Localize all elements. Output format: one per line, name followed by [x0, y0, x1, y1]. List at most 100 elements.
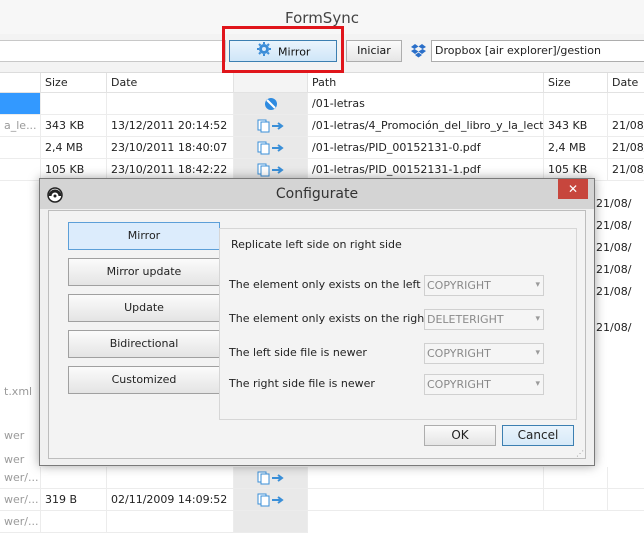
right-size-header[interactable]: Size	[544, 73, 608, 93]
app-title: FormSync	[285, 9, 359, 27]
dialog-title-bar[interactable]: Configurate	[40, 179, 594, 209]
no-action-icon	[264, 97, 278, 114]
setting-select-left-only[interactable]: COPYRIGHT ▾	[424, 275, 544, 296]
right-date-cell: 21/08/	[596, 263, 632, 276]
path-cell	[308, 467, 544, 489]
left-size-cell	[41, 467, 107, 489]
left-size-cell: 2,4 MB	[41, 137, 107, 159]
setting-select-right-only[interactable]: DELETERIGHT ▾	[424, 309, 544, 330]
right-date-cell: 21/08/	[596, 219, 632, 232]
left-date-cell: 13/12/2011 20:14:52	[107, 115, 234, 137]
left-name-cell	[0, 137, 41, 159]
left-name-cell: wer	[4, 429, 25, 442]
copy-action-cell[interactable]	[234, 115, 308, 137]
left-size-cell	[41, 93, 107, 115]
left-name-header[interactable]	[0, 73, 41, 93]
chevron-down-icon: ▾	[535, 379, 540, 389]
left-size-header[interactable]: Size	[41, 73, 107, 93]
chevron-down-icon: ▾	[535, 314, 540, 324]
left-name-cell: wer/...	[0, 489, 41, 511]
left-date-header[interactable]: Date	[107, 73, 234, 93]
right-date-cell: 21/08/	[596, 285, 632, 298]
right-date-cell: 21/08/	[596, 241, 632, 254]
setting-select-right-newer[interactable]: COPYRIGHT ▾	[424, 374, 544, 395]
dialog-title: Configurate	[275, 186, 359, 202]
right-date-cell: 21/08/	[608, 115, 644, 137]
left-date-cell	[107, 467, 234, 489]
configurate-dialog: Configurate ✕ Mirror Mirror update Updat…	[39, 178, 595, 466]
right-date-cell: 21/08/	[608, 159, 644, 181]
path-cell: /01-letras/4_Promoción_del_libro_y_la_le…	[308, 115, 544, 137]
app-logo-icon	[46, 185, 64, 203]
table-row[interactable]: /01-letras	[0, 93, 644, 115]
copy-right-icon	[257, 119, 285, 136]
setting-label-left-only: The element only exists on the left side…	[229, 278, 451, 291]
right-date-cell: 21/08/	[596, 197, 632, 210]
path-cell: /01-letras/PID_00152131-0.pdf	[308, 137, 544, 159]
setting-label-right-newer: The right side file is newer	[229, 377, 375, 390]
mode-button-update[interactable]: Update	[68, 294, 220, 322]
right-date-header[interactable]: Date	[608, 73, 644, 93]
left-size-cell	[41, 511, 107, 533]
resize-grip-icon[interactable]: ⋰	[576, 449, 584, 458]
left-name-cell: wer/...	[0, 467, 41, 489]
close-icon: ✕	[567, 182, 579, 196]
dialog-body: Mirror Mirror update Update Bidirectiona…	[48, 210, 586, 459]
table-row[interactable]: wer/...	[0, 467, 644, 489]
path-cell: /01-letras	[308, 93, 544, 115]
right-date-cell: 21/08/	[596, 321, 632, 334]
mode-button-bidirectional[interactable]: Bidirectional	[68, 330, 220, 358]
left-name-cell	[0, 93, 41, 115]
setting-label-left-newer: The left side file is newer	[229, 346, 367, 359]
right-date-cell: 21/08/	[608, 137, 644, 159]
iniciar-button[interactable]: Iniciar	[346, 40, 402, 62]
copy-right-icon	[257, 141, 285, 158]
right-path-field[interactable]: Dropbox [air explorer]/gestion	[431, 40, 644, 62]
action-header[interactable]	[234, 73, 308, 93]
ok-button[interactable]: OK	[424, 425, 496, 446]
mode-description: Replicate left side on right side	[231, 238, 402, 251]
copy-action-cell[interactable]	[234, 489, 308, 511]
dialog-close-button[interactable]: ✕	[558, 179, 588, 199]
copy-action-cell[interactable]	[234, 467, 308, 489]
path-header[interactable]: Path	[308, 73, 544, 93]
dropbox-icon	[411, 44, 426, 61]
chevron-down-icon: ▾	[535, 280, 540, 290]
mirror-highlight-box	[222, 26, 344, 73]
copy-right-icon	[257, 493, 285, 510]
left-name-cell: t.xml	[4, 385, 33, 398]
mode-button-customized[interactable]: Customized	[68, 366, 220, 394]
left-date-cell: 02/11/2009 14:09:52	[107, 489, 234, 511]
setting-select-left-newer[interactable]: COPYRIGHT ▾	[424, 343, 544, 364]
chevron-down-icon: ▾	[535, 348, 540, 358]
right-path-value: Dropbox [air explorer]/gestion	[435, 44, 601, 57]
mode-button-mirror-update[interactable]: Mirror update	[68, 258, 220, 286]
right-size-cell	[544, 467, 608, 489]
action-cell[interactable]	[234, 511, 308, 533]
left-date-cell	[107, 93, 234, 115]
cancel-button[interactable]: Cancel	[502, 425, 574, 446]
skip-action-cell[interactable]	[234, 93, 308, 115]
copy-action-cell[interactable]	[234, 137, 308, 159]
left-path-field[interactable]	[0, 40, 226, 62]
table-row[interactable]: wer/... 319 B 02/11/2009 14:09:52	[0, 489, 644, 511]
right-date-cell	[608, 467, 644, 489]
table-row[interactable]: 2,4 MB 23/10/2011 18:40:07 /01-letras/PI…	[0, 137, 644, 159]
right-date-cell	[608, 489, 644, 511]
right-size-cell	[544, 93, 608, 115]
left-name-cell	[0, 159, 41, 181]
copy-right-icon	[257, 471, 285, 488]
left-date-cell	[107, 511, 234, 533]
right-date-cell	[608, 93, 644, 115]
iniciar-button-label: Iniciar	[357, 44, 391, 57]
left-name-cell: wer/...	[0, 511, 41, 533]
right-size-cell: 2,4 MB	[544, 137, 608, 159]
table-row[interactable]: wer/...	[0, 511, 644, 533]
left-date-cell: 23/10/2011 18:40:07	[107, 137, 234, 159]
mode-button-mirror[interactable]: Mirror	[68, 222, 220, 250]
left-name-cell: a_le...	[0, 115, 41, 137]
table-row[interactable]: a_le... 343 KB 13/12/2011 20:14:52 /01-l…	[0, 115, 644, 137]
path-cell	[308, 489, 544, 511]
right-size-cell: 343 KB	[544, 115, 608, 137]
left-size-cell: 319 B	[41, 489, 107, 511]
